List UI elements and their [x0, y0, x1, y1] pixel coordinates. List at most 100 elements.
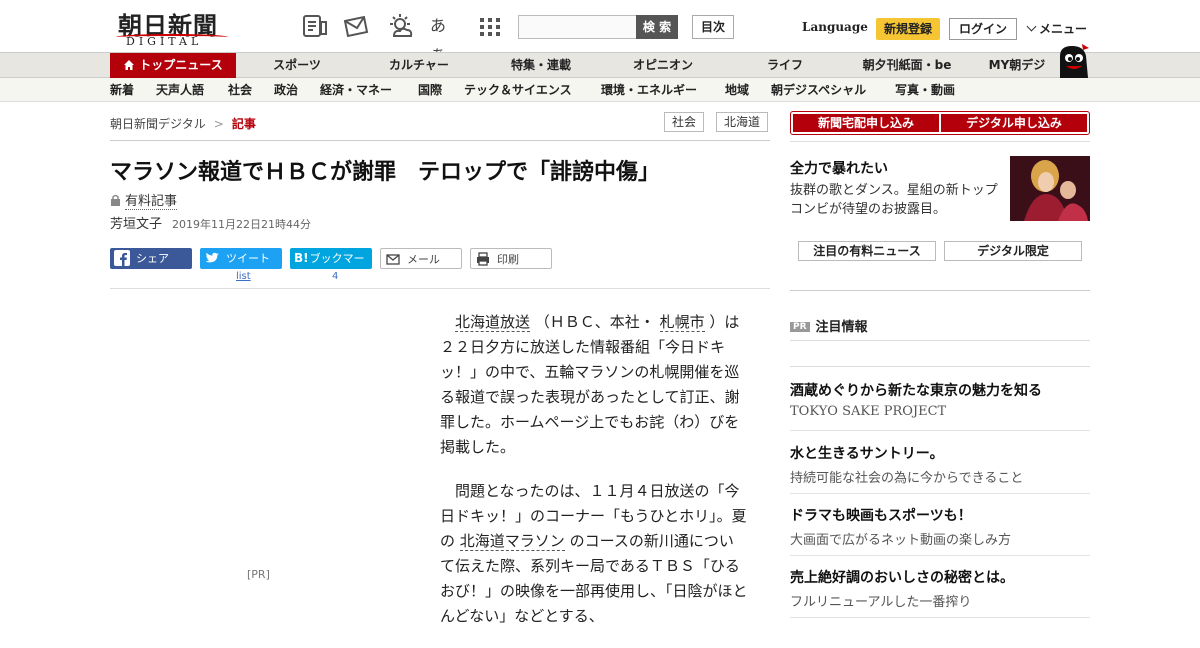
pr-badge: PR [790, 322, 810, 332]
promo-title[interactable]: 全力で暴れたい [790, 158, 888, 178]
nav-latest[interactable]: 新着 [110, 78, 134, 102]
paragraph: 北海道放送 （ＨＢＣ、本社・ 札幌市 ）は２２日夕方に放送した情報番組「今日ドキ… [440, 310, 748, 460]
nav-life[interactable]: ライフ [756, 53, 814, 78]
subscribe-box: 新聞宅配申し込み デジタル申し込み [790, 111, 1090, 135]
breadcrumb-separator: > [213, 117, 224, 131]
sponsored-title: 酒蔵めぐりから新たな東京の魅力を知る [790, 383, 1042, 399]
keyword-link[interactable]: 北海道放送 [455, 313, 531, 332]
nav-opinion[interactable]: オピニオン [622, 53, 704, 78]
site-header: 朝日新聞 DIGITAL あぁ 検 索 目次 Language 新規登録 ログイ… [0, 0, 1200, 63]
divider [790, 555, 1090, 556]
promo-image[interactable] [1010, 156, 1090, 221]
logo-digital: DIGITAL [126, 35, 203, 48]
divider [790, 493, 1090, 494]
newspaper-icon[interactable] [301, 12, 329, 40]
share-label: メール [407, 253, 440, 266]
paragraph: 問題となったのは、１１月４日放送の「今日ドキッ！」のコーナー「もうひとホリ」。夏… [440, 479, 748, 629]
author-name: 芳垣文子 [110, 217, 163, 232]
nav-special[interactable]: 朝デジスペシャル [771, 78, 866, 102]
keyword-link[interactable]: 札幌市 [659, 313, 705, 332]
login-button[interactable]: ログイン [949, 18, 1017, 40]
nav-features[interactable]: 特集・連載 [500, 53, 582, 78]
breadcrumb: 朝日新聞デジタル > 記事 [110, 115, 256, 132]
facebook-icon [114, 250, 130, 266]
language-link[interactable]: Language [802, 20, 868, 34]
breadcrumb-home[interactable]: 朝日新聞デジタル [110, 117, 206, 131]
hatena-count[interactable]: 4 [332, 271, 338, 282]
mail-share-button[interactable]: メール [380, 248, 462, 269]
tab-featured-paid[interactable]: 注目の有料ニュース [798, 241, 936, 261]
nav-politics[interactable]: 政治 [274, 78, 298, 102]
facebook-share-button[interactable]: シェア [110, 248, 192, 269]
nav-tech-science[interactable]: テック＆サイエンス [464, 78, 572, 102]
mail-news-icon[interactable] [342, 12, 370, 40]
menu-label: メニュー [1039, 22, 1088, 36]
sponsored-item[interactable]: 酒蔵めぐりから新たな東京の魅力を知る TOKYO SAKE PROJECT [790, 380, 1090, 419]
nav-society[interactable]: 社会 [228, 78, 252, 102]
share-label: 印刷 [497, 253, 519, 266]
nav-environment[interactable]: 環境・エネルギー [601, 78, 697, 102]
print-button[interactable]: 印刷 [470, 248, 552, 269]
publish-date: 2019年11月22日21時44分 [172, 218, 311, 231]
pr-label: [PR] [247, 568, 270, 581]
printer-icon [475, 251, 491, 267]
nav-paper[interactable]: 朝夕刊紙面・be [852, 53, 962, 78]
sponsored-source: TOKYO SAKE PROJECT [790, 404, 947, 419]
mascot-icon[interactable] [1056, 42, 1092, 78]
menu-button[interactable]: メニュー [1026, 20, 1088, 37]
search-button[interactable]: 検 索 [636, 15, 678, 39]
divider [790, 366, 1090, 367]
byline: 芳垣文子 2019年11月22日21時44分 [110, 213, 311, 232]
nav-sports[interactable]: スポーツ [262, 53, 332, 78]
share-label: シェア [136, 252, 169, 265]
sponsored-source: フルリニューアルした一番搾り [790, 595, 972, 610]
font-size-icon[interactable]: あぁ [430, 12, 458, 63]
nav-regional[interactable]: 地域 [725, 78, 749, 102]
sponsored-item[interactable]: 水と生きるサントリー。 持続可能な社会の為に今からできること [790, 443, 1090, 486]
primary-nav: トップニュース スポーツ カルチャー 特集・連載 オピニオン ライフ 朝夕刊紙面… [0, 52, 1200, 78]
tag-hokkaido[interactable]: 北海道 [716, 112, 769, 132]
secondary-nav: 新着 天声人語 社会 政治 経済・マネー 国際 テック＆サイエンス 環境・エネル… [0, 78, 1200, 102]
toc-button[interactable]: 目次 [692, 15, 734, 39]
grid-menu-icon[interactable] [476, 12, 504, 40]
nav-top-news[interactable]: トップニュース [110, 53, 236, 78]
paid-article-badge[interactable]: 有料記事 [110, 190, 178, 210]
share-label: ツイート [226, 252, 270, 265]
divider [110, 288, 770, 289]
nav-culture[interactable]: カルチャー [378, 53, 460, 78]
search-input[interactable] [518, 15, 638, 39]
nav-my-asahi[interactable]: MY朝デジ [982, 53, 1052, 78]
hatena-bookmark-button[interactable]: B!ブックマーク [290, 248, 372, 286]
nav-photo-video[interactable]: 写真・動画 [895, 78, 955, 102]
sponsored-title: ドラマも映画もスポーツも！ [790, 508, 972, 524]
tab-digital-only[interactable]: デジタル限定 [944, 241, 1082, 261]
divider [790, 340, 1090, 341]
paper-subscribe-button[interactable]: 新聞宅配申し込み [793, 114, 939, 132]
divider [790, 141, 1090, 142]
divider [790, 290, 1090, 291]
twitter-share-button[interactable]: ツイート [200, 248, 282, 269]
divider [790, 617, 1090, 618]
sponsored-source: 持続可能な社会の為に今からできること [790, 471, 1024, 486]
mail-icon [385, 251, 401, 267]
sponsored-item[interactable]: ドラマも映画もスポーツも！ 大画面で広がるネット動画の楽しみ方 [790, 505, 1090, 548]
keyword-link[interactable]: 北海道マラソン [459, 532, 565, 551]
register-button[interactable]: 新規登録 [876, 18, 940, 40]
paragraph-text: （ＨＢＣ、本社・ [534, 313, 655, 331]
home-icon [123, 55, 135, 80]
sponsored-item[interactable]: 売上絶好調のおいしさの秘密とは。 フルリニューアルした一番搾り [790, 567, 1090, 610]
nav-tenseijingo[interactable]: 天声人語 [156, 78, 204, 102]
site-logo[interactable]: 朝日新聞 DIGITAL [110, 6, 230, 48]
nav-economy[interactable]: 経済・マネー [320, 78, 392, 102]
tag-society[interactable]: 社会 [664, 112, 705, 132]
twitter-count[interactable]: list [236, 271, 251, 282]
digital-subscribe-button[interactable]: デジタル申し込み [941, 114, 1087, 132]
divider [790, 430, 1090, 431]
promo-text: 抜群の歌とダンス。星組の新トップコンビが待望のお披露目。 [790, 183, 998, 217]
breadcrumb-current: 記事 [231, 117, 256, 131]
lock-icon [110, 194, 121, 210]
weather-icon[interactable] [386, 12, 414, 40]
paid-label: 有料記事 [125, 194, 178, 210]
nav-international[interactable]: 国際 [418, 78, 442, 102]
article-headline: マラソン報道でＨＢＣが謝罪 テロップで「誹謗中傷」 [110, 160, 661, 185]
